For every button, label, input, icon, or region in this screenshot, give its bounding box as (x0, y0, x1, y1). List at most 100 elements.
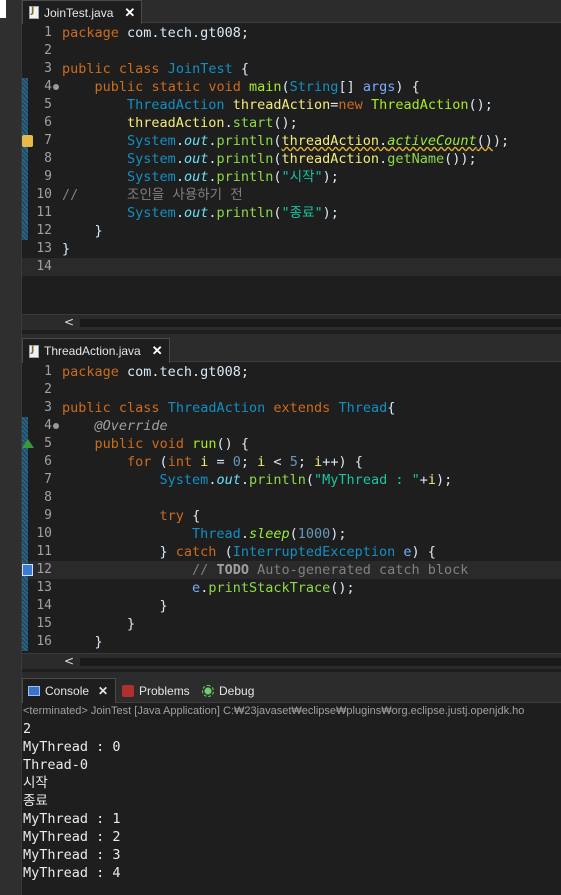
line-number: 4 (44, 418, 52, 433)
code-line[interactable]: 12 } (22, 222, 561, 240)
code-line[interactable]: 4 public static void main(String[] args)… (22, 78, 561, 96)
code-token: println (216, 133, 274, 149)
scrollbar-track[interactable] (80, 658, 561, 666)
code-text: try { (62, 507, 201, 525)
line-number: 1 (44, 25, 52, 40)
scroll-left-icon[interactable]: < (64, 315, 74, 329)
line-number: 2 (44, 382, 52, 397)
code-line[interactable]: 8 System.out.println(threadAction.getNam… (22, 150, 561, 168)
code-line[interactable]: 13} (22, 240, 561, 258)
code-token: ThreadAction (127, 97, 225, 113)
java-file-icon (29, 344, 39, 358)
code-token: ThreadAction (167, 400, 266, 416)
code-token: . (379, 133, 388, 149)
code-token: "시작" (281, 169, 323, 185)
line-number: 6 (44, 115, 52, 130)
code-token: ); (492, 133, 510, 149)
code-token: . (175, 205, 184, 221)
code-token: try (159, 508, 184, 524)
close-icon[interactable]: ✕ (152, 343, 163, 359)
code-line[interactable]: 5 public void run() { (22, 435, 561, 453)
code-token: ()); (444, 151, 477, 167)
code-line[interactable]: 5 ThreadAction threadAction=new ThreadAc… (22, 96, 561, 114)
code-token: i (427, 472, 436, 488)
code-line[interactable]: 12 // TODO Auto-generated catch block (22, 561, 561, 579)
tab-problems[interactable]: Problems (117, 678, 195, 703)
code-line[interactable]: 4 @Override (22, 417, 561, 435)
code-line[interactable]: 10 // 조인을 사용하기 전 (22, 186, 561, 204)
line-number: 7 (44, 472, 52, 487)
code-line[interactable]: 6 threadAction.start(); (22, 114, 561, 132)
code-token: ); (330, 526, 347, 542)
code-token: println (216, 205, 274, 221)
code-token: ) { (411, 544, 436, 560)
code-line[interactable]: 2 (22, 42, 561, 60)
code-line[interactable]: 7 System.out.println("MyThread : "+i); (22, 471, 561, 489)
code-text: System.out.println(threadAction.activeCo… (62, 132, 509, 150)
console-line: 시작 (23, 775, 48, 791)
line-number: 1 (44, 364, 52, 379)
close-icon[interactable]: ✕ (124, 5, 135, 21)
tab-console[interactable]: Console ✕ (22, 678, 116, 703)
code-token: String (289, 79, 339, 95)
code-token: println (216, 151, 274, 167)
line-number: 8 (44, 151, 52, 166)
tab-jointest-java[interactable]: JoinTest.java ✕ (22, 0, 143, 24)
code-line[interactable]: 7 System.out.println(threadAction.active… (22, 132, 561, 150)
code-line[interactable]: 2 (22, 381, 561, 399)
code-line[interactable]: 14 } (22, 597, 561, 615)
code-token: + (419, 472, 428, 488)
fold-toggle-icon[interactable] (53, 84, 59, 90)
line-number: 14 (36, 259, 52, 274)
tab-threadaction-java[interactable]: ThreadAction.java ✕ (22, 338, 170, 363)
left-trim (0, 0, 22, 895)
horizontal-scrollbar[interactable]: < (22, 653, 561, 669)
scroll-left-icon[interactable]: < (64, 654, 74, 668)
tab-debug[interactable]: Debug (197, 678, 259, 703)
code-line[interactable]: 1 package com.tech.gt008; (22, 363, 561, 381)
code-token: ( (216, 544, 233, 560)
close-icon[interactable]: ✕ (98, 684, 108, 698)
code-token: ( (281, 79, 290, 95)
code-line[interactable]: 11 System.out.println("종료"); (22, 204, 561, 222)
code-editor-jointest[interactable]: 1 package com.tech.gt008; 2 3 public class J… (22, 24, 561, 276)
line-number: 5 (44, 97, 52, 112)
scrollbar-track[interactable] (80, 319, 561, 327)
code-line[interactable]: 8 (22, 489, 561, 507)
console-line: MyThread : 1 (23, 811, 121, 827)
code-line[interactable]: 14 (22, 258, 561, 276)
line-number: 8 (44, 490, 52, 505)
code-token: { (232, 61, 249, 77)
code-line[interactable]: 15 } (22, 615, 561, 633)
code-line[interactable]: 11 } catch (InterruptedException e) { (22, 543, 561, 561)
code-token: [] (338, 79, 363, 95)
fold-toggle-icon[interactable] (53, 423, 59, 429)
code-line[interactable]: 13 e.printStackTrace(); (22, 579, 561, 597)
code-line[interactable]: 16 } (22, 633, 561, 651)
code-token: { (183, 508, 201, 524)
code-line[interactable]: 1 package com.tech.gt008; (22, 24, 561, 42)
code-token: main (249, 79, 282, 95)
code-text: System.out.println("시작"); (62, 168, 339, 186)
code-line[interactable]: 3 public class JoinTest { (22, 60, 561, 78)
code-editor-threadaction[interactable]: 1 package com.tech.gt008; 2 3 public class T… (22, 363, 561, 651)
code-token: TODO (216, 562, 249, 578)
code-token: start (232, 115, 274, 131)
code-line[interactable]: 6 for (int i = 0; i < 5; i++) { (22, 453, 561, 471)
code-token: System (127, 205, 176, 221)
code-token: class (118, 400, 160, 416)
code-line[interactable]: 9 System.out.println("시작"); (22, 168, 561, 186)
code-token: ); (322, 169, 339, 185)
code-line[interactable]: 10 Thread.sleep(1000); (22, 525, 561, 543)
code-token: ( (151, 454, 168, 470)
code-line[interactable]: 9 try { (22, 507, 561, 525)
console-output[interactable]: 2 MyThread : 0 Thread-0 시작 종료 MyThread : 1 MyT… (22, 720, 561, 895)
code-line[interactable]: 3 public class ThreadAction extends Threa… (22, 399, 561, 417)
horizontal-scrollbar[interactable]: < (22, 314, 561, 330)
